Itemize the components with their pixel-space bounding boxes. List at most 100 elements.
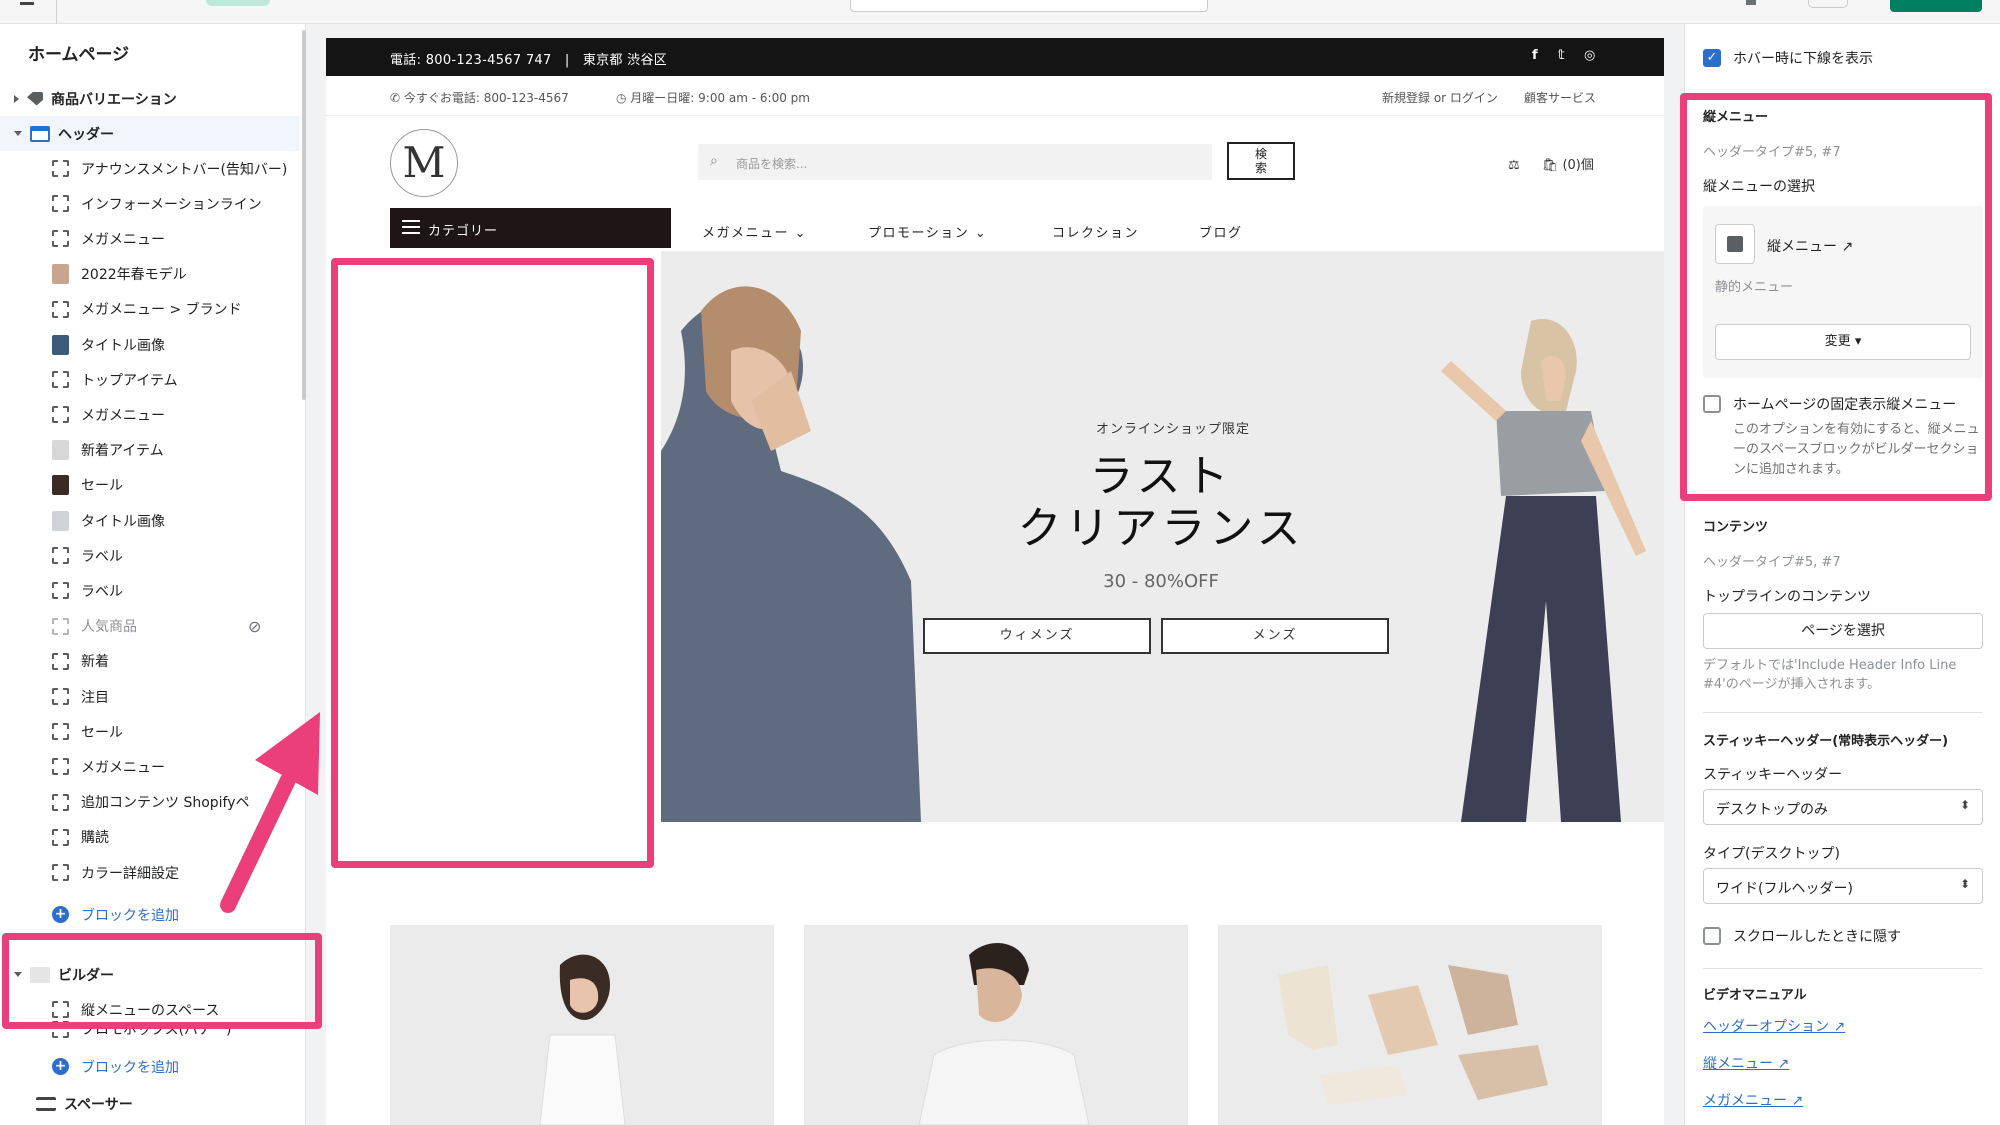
hero-title-line2: クリアランス — [1017, 503, 1305, 554]
instagram-icon[interactable]: ◎ — [1584, 48, 1595, 63]
add-block-button[interactable]: + ブロックを追加 — [0, 1049, 300, 1084]
header-block-item[interactable]: 人気商品 ⊘ — [0, 609, 300, 644]
cart-count[interactable]: (0)個 — [1562, 158, 1593, 173]
header-block-item[interactable]: セール — [0, 468, 300, 503]
login-link[interactable]: 新規登録 or ログイン — [1382, 89, 1498, 106]
caret-down-icon: ▾ — [1854, 334, 1862, 349]
search-input[interactable]: ⌕ 商品を検索... — [698, 144, 1212, 180]
plus-circle-icon: + — [52, 906, 69, 923]
facebook-icon[interactable]: f — [1532, 48, 1538, 63]
women-button[interactable]: ウィメンズ — [923, 618, 1151, 654]
change-button[interactable]: 変更 ▾ — [1715, 324, 1971, 360]
header-block-item[interactable]: メガメニュー — [0, 397, 300, 432]
select-page-button[interactable]: ページを選択 — [1703, 613, 1983, 649]
checkbox-unchecked[interactable] — [1703, 927, 1721, 945]
block-icon — [52, 793, 69, 811]
hours-info: ◷ 月曜ー日曜: 9:00 am - 6:00 pm — [616, 91, 810, 105]
type-select[interactable]: ワイド(フルヘッダー) ⬍ — [1703, 868, 1983, 904]
hero-subtitle: 30 - 80%OFF — [1103, 571, 1219, 592]
section-label: スペーサー — [64, 1096, 133, 1113]
block-icon — [52, 864, 69, 881]
device-icon[interactable] — [1746, 0, 1756, 5]
content-types: ヘッダータイプ#5, #7 — [1703, 555, 1841, 570]
section-header[interactable]: ヘッダー — [0, 116, 300, 151]
twitter-icon[interactable]: 𝕥 — [1558, 48, 1565, 63]
product-card-shoes[interactable] — [1218, 925, 1602, 1125]
vmenu-select-label: 縦メニューの選択 — [1703, 179, 1815, 195]
link-mega-menu[interactable]: メガメニュー ↗ — [1703, 1090, 1803, 1110]
eye-hidden-icon[interactable]: ⊘ — [248, 617, 261, 636]
block-promo-box[interactable]: プロモボックス(バナー) — [0, 1017, 300, 1041]
block-label: メガメニュー > ブランド — [81, 302, 242, 319]
caret-down-icon[interactable] — [14, 972, 22, 977]
caret-down-icon[interactable] — [14, 131, 22, 136]
save-button[interactable] — [1890, 0, 1982, 12]
section-spacer[interactable]: スペーサー — [0, 1086, 300, 1121]
select-arrows-icon: ⬍ — [1959, 798, 1970, 812]
hover-underline-option[interactable]: ✓ ホバー時に下線を表示 — [1703, 48, 1873, 68]
block-label: メガメニュー — [81, 407, 165, 424]
header-block-item[interactable]: タイトル画像 — [0, 503, 300, 538]
select-value: ワイド(フルヘッダー) — [1716, 881, 1853, 897]
undo-redo-group[interactable] — [1808, 0, 1848, 8]
nav-blog[interactable]: ブログ — [1199, 222, 1243, 241]
category-label: カテゴリー — [428, 224, 499, 239]
hero-title-line1: ラスト — [1089, 451, 1233, 502]
page-selector[interactable] — [850, 0, 1208, 12]
announcement-text: 電話: 800-123-4567 747 | 東京都 渋谷区 — [390, 53, 668, 68]
section-product-variations[interactable]: 商品バリエーション — [0, 81, 300, 116]
nav-collection[interactable]: コレクション — [1052, 222, 1139, 241]
product-image — [539, 954, 626, 1125]
menu-icon[interactable] — [20, 2, 34, 5]
checkbox-checked[interactable]: ✓ — [1703, 49, 1721, 67]
header-block-item[interactable]: メガメニュー — [0, 221, 300, 256]
caret-right-icon[interactable] — [14, 94, 19, 103]
sticky-select[interactable]: デスクトップのみ ⬍ — [1703, 789, 1983, 825]
search-button[interactable]: 検索 — [1227, 142, 1295, 180]
block-label: カラー詳細設定 — [81, 865, 179, 882]
link-vmenu[interactable]: 縦メニュー ↗ — [1703, 1053, 1789, 1073]
header-block-item[interactable]: 新着 — [0, 644, 300, 679]
external-link-icon: ↗ — [1841, 239, 1854, 255]
men-button[interactable]: メンズ — [1161, 618, 1389, 654]
header-block-item[interactable]: アナウンスメントバー(告知バー) — [0, 151, 300, 186]
header-block-item[interactable]: 新着アイテム — [0, 433, 300, 468]
block-label: ラベル — [81, 548, 123, 565]
block-label: セール — [81, 724, 123, 741]
fixed-vmenu-option[interactable]: ホームページの固定表示縦メニュー — [1703, 394, 1956, 414]
store-logo[interactable]: M — [390, 129, 458, 197]
hero-overline: オンラインショップ限定 — [1096, 422, 1251, 437]
hero-banner[interactable]: オンラインショップ限定 ラスト クリアランス 30 - 80%OFF ウィメンズ… — [661, 251, 1664, 822]
product-card-women[interactable] — [390, 925, 774, 1125]
product-card-men[interactable] — [804, 925, 1188, 1125]
nav-promotion[interactable]: プロモーション ⌄ — [868, 222, 987, 241]
info-line: ✆ 今すぐお電話: 800-123-4567 ◷ 月曜ー日曜: 9:00 am … — [326, 76, 1664, 116]
category-menu-button[interactable]: カテゴリー — [390, 208, 671, 248]
nav-mega-menu[interactable]: メガメニュー ⌄ — [702, 222, 807, 241]
search-icon: ⌕ — [710, 153, 718, 169]
block-label: 注目 — [81, 689, 109, 706]
header-block-item[interactable]: インフォーメーションライン — [0, 186, 300, 221]
header-block-item[interactable]: タイトル画像 — [0, 327, 300, 362]
link-header-options[interactable]: ヘッダーオプション ↗ — [1703, 1016, 1845, 1036]
header-block-item[interactable]: ラベル — [0, 538, 300, 573]
header-block-item[interactable]: トップアイテム — [0, 362, 300, 397]
section-builder[interactable]: ビルダー — [0, 957, 300, 992]
support-link[interactable]: 顧客サービス — [1524, 89, 1596, 106]
checkbox-unchecked[interactable] — [1703, 395, 1721, 413]
block-label: メガメニュー — [81, 759, 165, 776]
block-icon — [52, 828, 69, 846]
header-block-item[interactable]: ラベル — [0, 573, 300, 608]
vmenu-link[interactable]: 縦メニュー ↗ — [1767, 236, 1853, 256]
block-icon — [52, 160, 69, 177]
page-title: ホームページ — [28, 45, 130, 65]
image-icon — [1715, 224, 1755, 264]
store-preview: 電話: 800-123-4567 747 | 東京都 渋谷区 f 𝕥 ◎ ✆ 今… — [306, 24, 1684, 1125]
cart-icon[interactable]: 🛍 — [1542, 158, 1559, 173]
block-icon — [52, 1020, 69, 1038]
header-block-item[interactable]: 2022年春モデル — [0, 257, 300, 292]
hide-on-scroll-option[interactable]: スクロールしたときに隠す — [1703, 926, 1901, 946]
header-block-item[interactable]: メガメニュー > ブランド — [0, 292, 300, 327]
compare-icon[interactable]: ⚖ — [1508, 158, 1520, 173]
block-icon — [52, 758, 69, 776]
